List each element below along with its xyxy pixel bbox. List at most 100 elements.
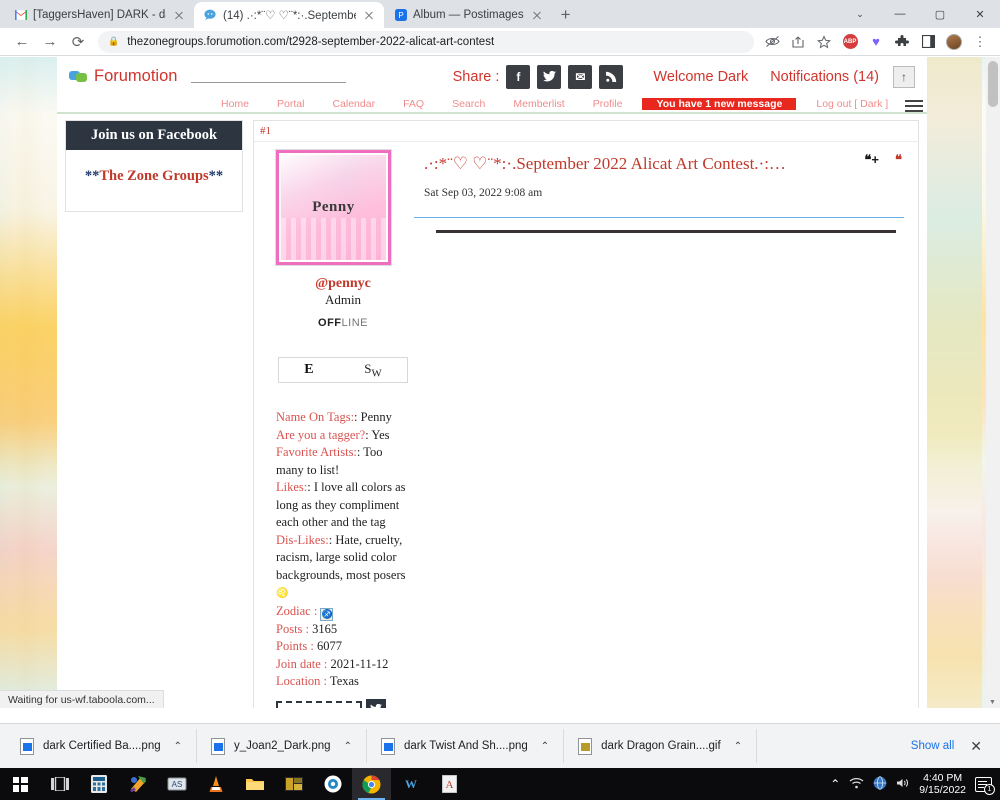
volume-icon[interactable] [896, 777, 910, 792]
tab-close-icon-0[interactable] [172, 8, 186, 22]
quote-icon[interactable]: ❝ [895, 152, 902, 168]
user-greeting-group: Welcome Dark Notifications (14) [653, 69, 879, 85]
facebook-share-icon[interactable]: f [506, 64, 531, 89]
welcome-text: Welcome Dark [653, 68, 749, 85]
author-profile-fields: Name On Tags:: Penny Are you a tagger?: … [276, 409, 410, 691]
sidebar-icon[interactable] [916, 30, 940, 54]
twitter-icon[interactable] [366, 698, 386, 708]
animation-shop-icon[interactable]: AS [157, 768, 196, 800]
browser-tab-2[interactable]: P Album — Postimages [384, 2, 552, 28]
chevron-up-icon[interactable]: ⌃ [174, 741, 182, 752]
post-divider [414, 217, 904, 218]
forum-icon [204, 9, 217, 22]
tray-chevron-icon[interactable]: ⌃ [830, 777, 840, 791]
heart-extension-icon[interactable]: ♥ [864, 30, 888, 54]
field-label: Join date : [276, 656, 328, 671]
logout-link[interactable]: Log out [ Dark ] [802, 98, 902, 110]
sw-button[interactable]: SW [364, 361, 381, 380]
forumotion-logo[interactable]: Forumotion [69, 67, 177, 86]
profile-avatar[interactable] [942, 30, 966, 54]
post-number[interactable]: #1 [254, 121, 918, 141]
tab-close-icon-1[interactable] [362, 8, 376, 22]
tab-search-icon[interactable]: ⌄ [840, 0, 880, 28]
nav-link-profile[interactable]: Profile [579, 98, 637, 110]
chevron-up-icon[interactable]: ⌃ [734, 741, 742, 752]
download-item-3[interactable]: dark Dragon Grain....gif ⌃ [564, 729, 758, 763]
field-value: 2021-11-12 [327, 656, 389, 671]
download-item-0[interactable]: dark Certified Ba....png ⌃ [6, 729, 198, 763]
chrome-menu-icon[interactable]: ⋮ [968, 30, 992, 54]
notepad-icon[interactable]: A [430, 768, 469, 800]
chrome-icon[interactable] [352, 768, 391, 800]
scrollbar-down-arrow[interactable]: ▼ [989, 699, 996, 706]
chevron-up-icon[interactable]: ⌃ [541, 741, 549, 752]
close-window-button[interactable]: ✕ [960, 0, 1000, 28]
download-item-2[interactable]: dark Twist And Sh....png ⌃ [367, 729, 565, 763]
forward-button[interactable]: → [36, 29, 64, 55]
field-value: 3165 [309, 621, 338, 636]
word-art-icon[interactable]: W [391, 768, 430, 800]
author-username[interactable]: @pennyc [276, 274, 410, 292]
show-all-downloads-button[interactable]: Show all [911, 740, 954, 752]
search-underline[interactable] [191, 82, 347, 83]
extensions-puzzle-icon[interactable] [890, 30, 914, 54]
close-downloads-bar-button[interactable]: ✕ [970, 738, 982, 755]
zone-groups-title[interactable]: **The Zone Groups** [72, 168, 236, 185]
arrow-up-icon[interactable]: ↑ [893, 65, 915, 88]
gimp-icon[interactable] [274, 768, 313, 800]
network-icon[interactable] [873, 775, 887, 793]
nav-link-portal[interactable]: Portal [263, 98, 318, 110]
page-viewport: Forumotion Share : f ✉ Welcome Dark Noti… [0, 57, 1000, 708]
camera-icon[interactable] [313, 768, 352, 800]
adblock-icon[interactable]: ABP [838, 30, 862, 54]
minimize-button[interactable]: — [880, 0, 920, 28]
download-item-1[interactable]: y_Joan2_Dark.png ⌃ [197, 729, 367, 763]
calculator-icon[interactable] [79, 768, 118, 800]
avatar[interactable]: Penny [276, 150, 391, 265]
maximize-button[interactable]: ▢ [920, 0, 960, 28]
paint-shop-pro-icon[interactable] [118, 768, 157, 800]
chevron-up-icon[interactable]: ⌃ [344, 741, 352, 752]
nav-link-calendar[interactable]: Calendar [318, 98, 389, 110]
nav-link-search[interactable]: Search [438, 98, 499, 110]
downloads-bar: dark Certified Ba....png ⌃ y_Joan2_Dark.… [0, 723, 1000, 768]
address-bar[interactable]: 🔒 thezonegroups.forumotion.com/t2928-sep… [98, 30, 754, 53]
vlc-icon[interactable] [196, 768, 235, 800]
taskbar-clock[interactable]: 4:40 PM 9/15/2022 [919, 772, 966, 796]
tab-close-icon-2[interactable] [530, 8, 544, 22]
quote-plus-icon[interactable]: ❝+ [864, 152, 879, 168]
browser-tab-1[interactable]: (14) .·:*¨♡ ♡¨*:·.September 2022 A [194, 2, 384, 28]
browser-tab-0[interactable]: [TaggersHaven] DARK - damnda [4, 2, 194, 28]
post-timestamp: Sat Sep 03, 2022 9:08 am [424, 187, 543, 199]
bookmark-star-icon[interactable] [812, 30, 836, 54]
page-title[interactable]: .·:*¨♡ ♡¨*:·.September 2022 Alicat Art C… [424, 154, 904, 174]
task-view-icon[interactable] [40, 768, 79, 800]
scrollbar-thumb[interactable] [988, 61, 998, 107]
file-explorer-icon[interactable] [235, 768, 274, 800]
windows-start-icon[interactable] [0, 768, 40, 800]
rss-share-icon[interactable] [599, 64, 624, 89]
profile-e-button[interactable]: E [304, 362, 313, 378]
nav-link-memberlist[interactable]: Memberlist [499, 98, 578, 110]
reload-button[interactable]: ⟳ [64, 29, 92, 55]
notifications-link[interactable]: Notifications (14) [770, 69, 879, 85]
wifi-icon[interactable] [849, 777, 864, 792]
twitter-share-icon[interactable] [537, 64, 562, 89]
at-symbol: @ [315, 276, 329, 291]
new-message-badge[interactable]: You have 1 new message [642, 98, 797, 110]
browser-tab-title-0: [TaggersHaven] DARK - damnda [33, 9, 166, 21]
hamburger-icon[interactable] [905, 97, 923, 115]
nav-link-home[interactable]: Home [207, 98, 263, 110]
no-tracking-icon[interactable] [760, 30, 784, 54]
back-button[interactable]: ← [8, 29, 36, 55]
nav-link-faq[interactable]: FAQ [389, 98, 438, 110]
share-icon[interactable] [786, 30, 810, 54]
field-label: Favorite Artists: [276, 445, 357, 459]
new-tab-button[interactable]: + [552, 2, 580, 28]
page-scrollbar[interactable]: ▼ [986, 57, 1000, 708]
email-share-icon[interactable]: ✉ [568, 64, 593, 89]
png-file-icon [211, 737, 226, 755]
zone-groups-text: The Zone Groups [99, 168, 209, 184]
status-bar: Waiting for us-wf.taboola.com... [0, 690, 164, 708]
action-center-icon[interactable]: 1 [975, 776, 995, 795]
